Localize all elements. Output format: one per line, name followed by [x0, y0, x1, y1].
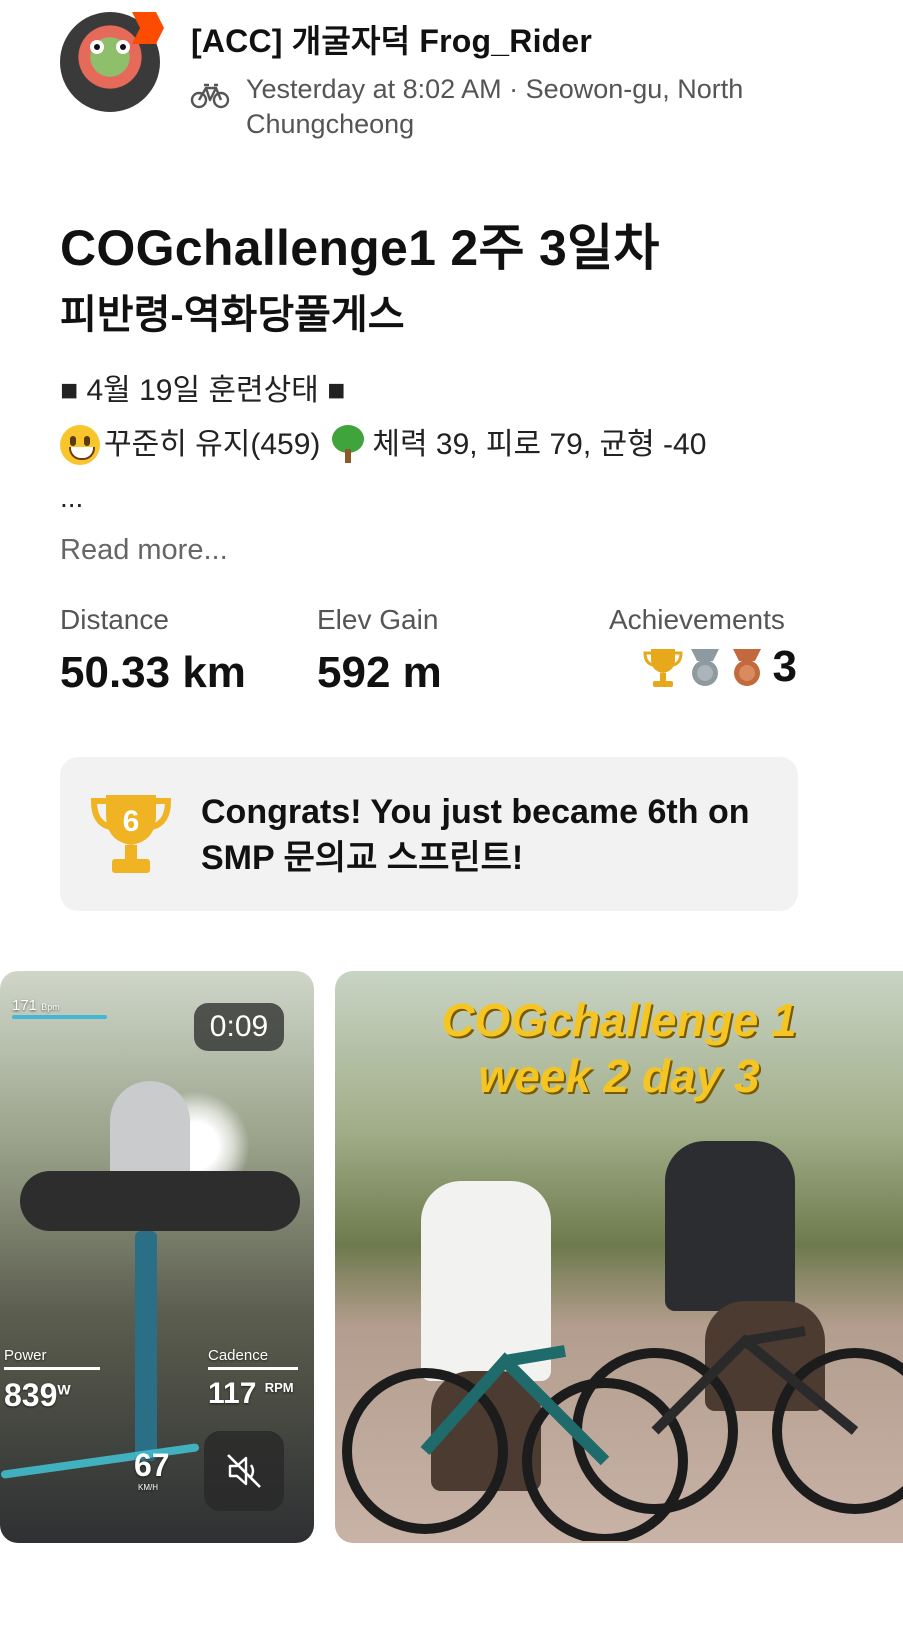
power-value: 839W	[4, 1377, 71, 1413]
description-line: ■ 4월 19일 훈련상태 ■	[60, 374, 346, 407]
activity-subtitle: 피반령-역화당풀게스	[60, 293, 405, 337]
activity-description: ■ 4월 19일 훈련상태 ■ 꾸준히 유지(459) 체력 39, 피로 79…	[60, 364, 860, 472]
cyclist-right	[665, 1141, 795, 1311]
photo-overlay-line2: week 2 day 3	[478, 1050, 760, 1102]
achievements-row[interactable]: 3	[643, 642, 797, 692]
trophy-icon: 6	[90, 795, 172, 873]
heart-rate-bar	[12, 1015, 107, 1019]
heart-rate: 171 Bpm	[12, 997, 60, 1014]
distance-value: 50.33 km	[60, 648, 246, 697]
description-line: 꾸준히 유지(459) 체력 39, 피로 79, 균형 -40	[60, 418, 860, 472]
achievements-count: 3	[772, 642, 797, 691]
mute-icon	[227, 1454, 261, 1488]
training-status: 꾸준히 유지(459)	[104, 428, 321, 461]
mute-button[interactable]	[204, 1431, 284, 1511]
activity-video[interactable]: 171 Bpm 0:09 Power 839W Cadence 117 RPM …	[0, 971, 314, 1543]
bike-frame	[135, 1231, 157, 1461]
cadence-value: 117 RPM	[208, 1377, 294, 1410]
power-divider	[4, 1367, 100, 1370]
power-label: Power	[4, 1347, 47, 1364]
read-more-link[interactable]: Read more...	[60, 534, 228, 567]
elev-gain-label: Elev Gain	[317, 604, 439, 635]
handlebar	[20, 1171, 300, 1231]
activity-header: [ACC] 개굴자덕 Frog_Rider Yesterday at 8:02 …	[0, 0, 903, 150]
description-ellipsis: ...	[60, 482, 84, 513]
activity-photo[interactable]: COGchallenge 1 week 2 day 3	[335, 971, 903, 1543]
smile-emoji-icon	[60, 425, 100, 465]
speed-value: 67	[134, 1447, 170, 1483]
photo-overlay-line1: COGchallenge 1	[441, 994, 797, 1046]
bicycles-graphic	[342, 1326, 903, 1541]
fitness-stats: 체력 39, 피로 79, 균형 -40	[372, 428, 707, 461]
avatar-detail	[90, 40, 104, 54]
tree-emoji-icon	[328, 425, 368, 465]
activity-meta: Yesterday at 8:02 AM · Seowon-gu, North …	[246, 74, 744, 139]
segment-achievement-card[interactable]: 6 Congrats! You just became 6th on SMP 문…	[60, 757, 798, 911]
congrats-message: Congrats! You just became 6th on SMP 문의교…	[201, 793, 750, 877]
elev-gain-value: 592 m	[317, 648, 442, 697]
silver-medal-icon	[690, 649, 719, 686]
distance-label: Distance	[60, 604, 169, 635]
cadence-label: Cadence	[208, 1347, 269, 1364]
speed-unit: KM/H	[138, 1483, 158, 1492]
strava-badge-icon	[132, 12, 164, 44]
trophy-rank: 6	[123, 805, 140, 838]
athlete-name[interactable]: [ACC] 개굴자덕 Frog_Rider	[191, 16, 592, 62]
achievements-label: Achievements	[609, 604, 785, 635]
cadence-divider	[208, 1367, 298, 1370]
gold-trophy-icon	[643, 649, 683, 687]
video-duration: 0:09	[194, 1003, 284, 1051]
bronze-medal-icon	[732, 649, 761, 686]
activity-title[interactable]: COGchallenge1 2주 3일차	[60, 208, 660, 280]
bike-icon	[190, 83, 230, 109]
